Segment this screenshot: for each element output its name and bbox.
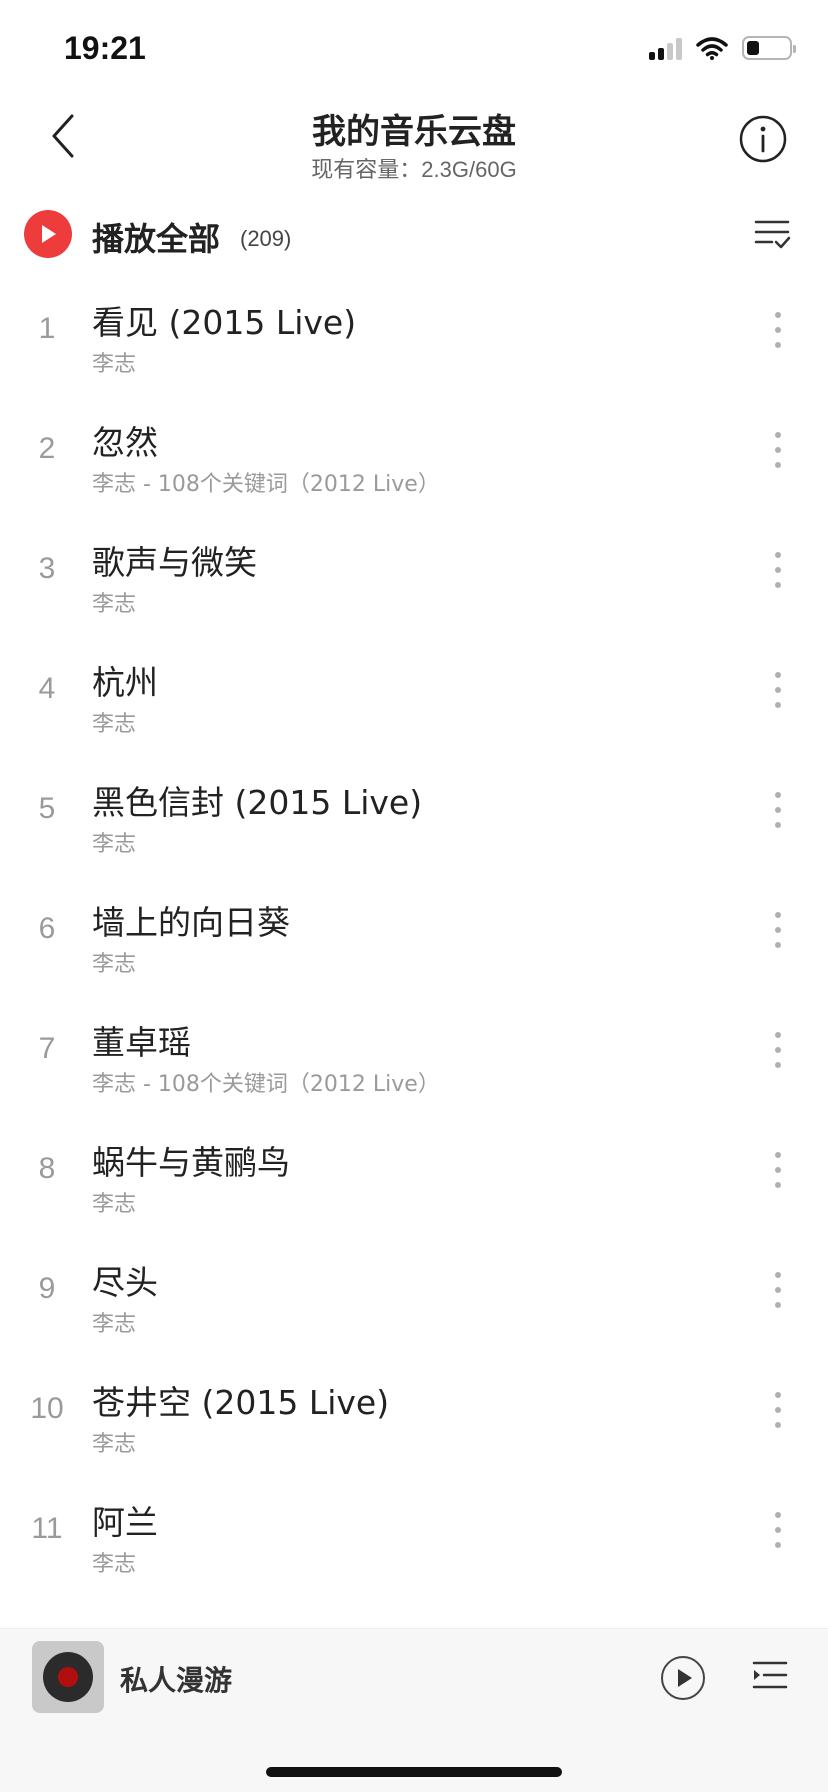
info-icon	[739, 115, 787, 163]
play-all-label[interactable]: 播放全部	[92, 214, 220, 260]
more-vertical-icon[interactable]	[768, 426, 788, 474]
info-button[interactable]	[738, 114, 788, 164]
song-artist: 李志 - 108个关键词（2012 Live）	[92, 1072, 440, 1097]
more-vertical-icon[interactable]	[768, 546, 788, 594]
signal-icon	[649, 36, 682, 60]
more-vertical-icon[interactable]	[768, 1386, 788, 1434]
song-count: (209)	[240, 226, 292, 251]
page-title: 我的音乐云盘	[312, 112, 516, 152]
song-index: 1	[38, 312, 56, 345]
song-index: 11	[31, 1512, 63, 1545]
song-item[interactable]: 5 黑色信封 (2015 Live) 李志	[0, 752, 828, 872]
more-vertical-icon[interactable]	[768, 1506, 788, 1554]
more-vertical-icon[interactable]	[768, 1266, 788, 1314]
list-check-icon	[754, 220, 791, 249]
song-title[interactable]: 歌声与微笑	[92, 536, 257, 584]
song-artist: 李志	[92, 952, 137, 977]
song-artist: 李志	[92, 1432, 137, 1457]
song-index: 2	[38, 432, 56, 465]
more-vertical-icon[interactable]	[768, 786, 788, 834]
song-index: 9	[38, 1272, 56, 1305]
wifi-icon	[696, 37, 728, 60]
song-title[interactable]: 董卓瑶	[92, 1016, 191, 1064]
song-index: 6	[38, 912, 56, 945]
song-item[interactable]: 9 尽头 李志	[0, 1232, 828, 1352]
more-vertical-icon[interactable]	[768, 666, 788, 714]
song-list: 1 看见 (2015 Live) 李志 2 忽然 李志 - 108个关键词（20…	[0, 272, 828, 1628]
song-title[interactable]: 看见 (2015 Live)	[92, 296, 356, 344]
header: 我的音乐云盘 现有容量：2.3G/60G	[0, 96, 828, 192]
now-playing-title[interactable]: 私人漫游	[120, 1659, 232, 1699]
more-vertical-icon[interactable]	[768, 1146, 788, 1194]
disc-icon	[43, 1652, 93, 1702]
song-index: 5	[38, 792, 56, 825]
song-artist: 李志	[92, 1312, 137, 1337]
storage-capacity: 现有容量：2.3G/60G	[311, 157, 517, 182]
status-icons	[649, 36, 796, 60]
more-vertical-icon[interactable]	[768, 1026, 788, 1074]
song-title[interactable]: 杭州	[92, 656, 158, 704]
play-all-row[interactable]: 播放全部 (209)	[0, 200, 828, 272]
play-icon	[661, 1656, 705, 1700]
play-triangle-icon	[42, 225, 56, 243]
song-item[interactable]: 11 阿兰 李志	[0, 1472, 828, 1592]
song-index: 4	[38, 672, 56, 705]
song-artist: 李志	[92, 1552, 137, 1577]
status-time: 19:21	[64, 30, 146, 66]
song-index: 8	[38, 1152, 56, 1185]
song-title[interactable]: 忽然	[92, 416, 158, 464]
song-title[interactable]: 墙上的向日葵	[92, 896, 290, 944]
song-index: 10	[30, 1392, 64, 1425]
song-title[interactable]: 黑色信封 (2015 Live)	[92, 776, 422, 824]
battery-icon	[742, 36, 796, 60]
song-artist: 李志	[92, 832, 137, 857]
playlist-icon	[752, 1661, 788, 1689]
song-title[interactable]: 阿兰	[92, 1496, 158, 1544]
song-artist: 李志	[92, 712, 137, 737]
multiselect-button[interactable]	[752, 214, 792, 254]
more-vertical-icon[interactable]	[768, 306, 788, 354]
song-item[interactable]: 7 董卓瑶 李志 - 108个关键词（2012 Live）	[0, 992, 828, 1112]
song-item[interactable]: 4 杭州 李志	[0, 632, 828, 752]
song-artist: 李志	[92, 352, 137, 377]
play-circle-icon[interactable]	[24, 210, 72, 258]
song-title[interactable]: 苍井空 (2015 Live)	[92, 1376, 389, 1424]
song-item[interactable]: 2 忽然 李志 - 108个关键词（2012 Live）	[0, 392, 828, 512]
status-bar: 19:21	[0, 0, 828, 96]
song-item[interactable]: 10 苍井空 (2015 Live) 李志	[0, 1352, 828, 1472]
song-item[interactable]: 1 看见 (2015 Live) 李志	[0, 272, 828, 392]
playlist-button[interactable]	[750, 1655, 790, 1699]
song-item[interactable]: 3 歌声与微笑 李志	[0, 512, 828, 632]
song-index: 7	[38, 1032, 56, 1065]
home-indicator[interactable]	[266, 1767, 562, 1777]
song-item[interactable]: 6 墙上的向日葵 李志	[0, 872, 828, 992]
more-vertical-icon[interactable]	[768, 906, 788, 954]
song-title[interactable]: 蜗牛与黄鹂鸟	[92, 1136, 290, 1184]
song-artist: 李志	[92, 1192, 137, 1217]
song-artist: 李志 - 108个关键词（2012 Live）	[92, 472, 440, 497]
song-title[interactable]: 尽头	[92, 1256, 158, 1304]
play-button[interactable]	[660, 1655, 706, 1701]
album-cover[interactable]	[32, 1641, 104, 1713]
song-item[interactable]: 8 蜗牛与黄鹂鸟 李志	[0, 1112, 828, 1232]
song-index: 3	[38, 552, 56, 585]
song-artist: 李志	[92, 592, 137, 617]
